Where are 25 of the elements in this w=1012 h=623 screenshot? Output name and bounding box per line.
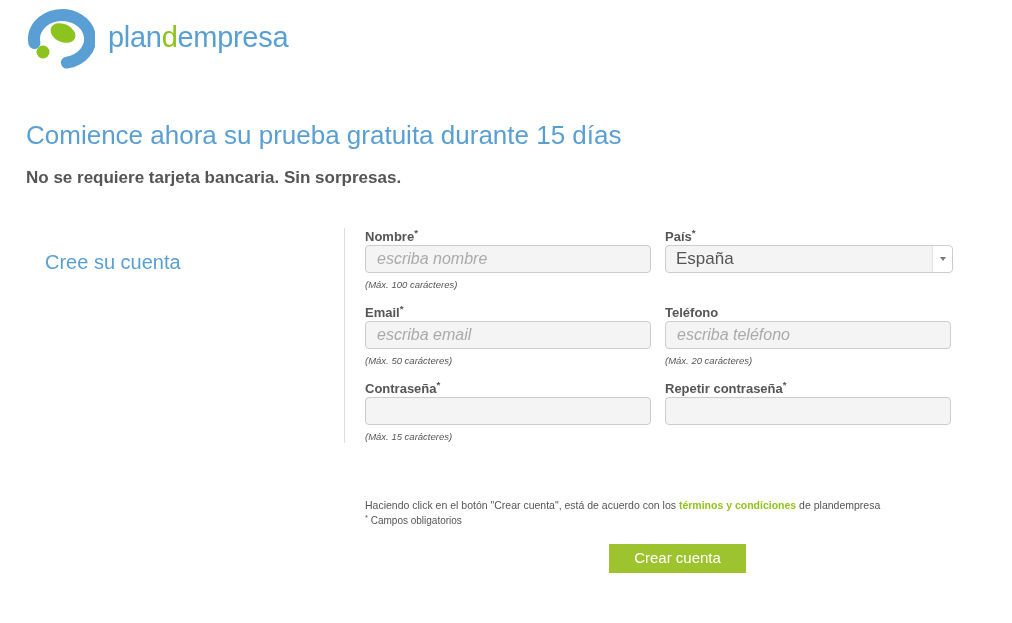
- logo-wordmark: plandempresa: [108, 19, 289, 54]
- field-label: Contraseña$^{*}$: [365, 380, 441, 397]
- text-input[interactable]: escriba teléfono: [665, 321, 951, 349]
- terms-notice: Haciendo click en el botón "Crear cuenta", está de acuerdo con los términos y condiciones de plandempresa: [365, 498, 881, 512]
- field-hint: (Máx. 50 carácteres): [365, 355, 453, 366]
- password-input[interactable]: [365, 397, 651, 425]
- field-hint: (Máx. 15 carácteres): [365, 431, 453, 442]
- page-heading: Comience ahora su prueba gratuita durante 15 días: [26, 120, 622, 150]
- text-input[interactable]: escriba email: [365, 321, 651, 349]
- password-input[interactable]: [665, 397, 951, 425]
- section-title: Cree su cuenta: [45, 250, 181, 274]
- country-select[interactable]: España: [665, 245, 953, 273]
- field-label: Teléfono: [665, 304, 719, 321]
- required-note: $^{*}$ Campos obligatorios: [365, 514, 462, 527]
- page-subheading: No se requiere tarjeta bancaria. Sin sorpresas.: [26, 168, 402, 188]
- field-hint: (Máx. 20 carácteres): [665, 355, 753, 366]
- field-label: Repetir contraseña$^{*}$: [665, 380, 787, 397]
- text-input[interactable]: escriba nombre: [365, 245, 651, 273]
- create-account-button[interactable]: Crear cuenta: [609, 544, 746, 573]
- field-label: Email$^{*}$: [365, 304, 404, 321]
- caret-icon: [939, 257, 946, 261]
- field-label: País$^{*}$: [665, 228, 696, 245]
- field-hint: (Máx. 100 carácteres): [365, 279, 458, 290]
- field-label: Nombre$^{*}$: [365, 228, 418, 245]
- terms-link[interactable]: términos y condiciones: [678, 499, 797, 511]
